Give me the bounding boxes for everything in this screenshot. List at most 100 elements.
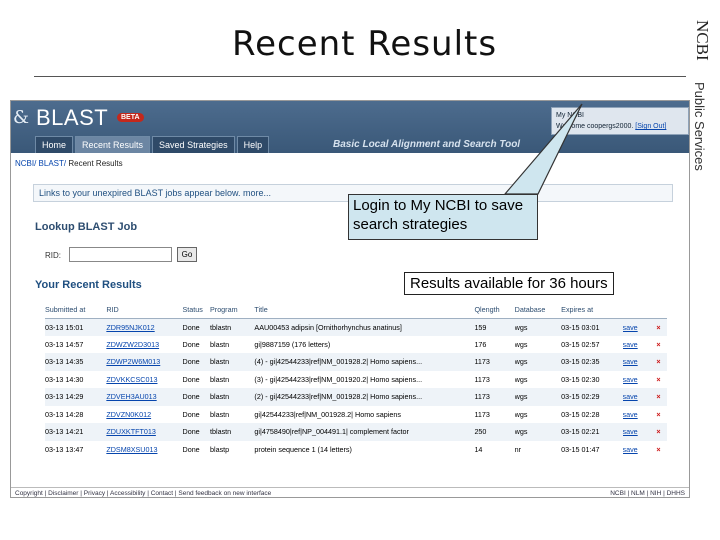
results-callout: Results available for 36 hours (404, 272, 614, 295)
cell-status: Done (182, 339, 200, 349)
cell-expires: 03-15 02:21 (561, 423, 623, 441)
cell-qlength: 176 (474, 339, 487, 349)
tab-recent-results[interactable]: Recent Results (75, 136, 151, 153)
cell-delete[interactable]: × (650, 353, 667, 371)
page-footer: Copyright | Disclaimer | Privacy | Acces… (11, 487, 689, 497)
col-rid: RID (106, 301, 183, 319)
cell-database: nr (514, 444, 522, 454)
cell-title: (3) - gi|42544233|ref|NM_001920.2| Homo … (254, 374, 423, 384)
cell-title: protein sequence 1 (14 letters) (254, 444, 352, 454)
cell-database: wgs (514, 318, 562, 336)
cell-title: gi|42544233|ref|NM_001928.2| Homo sapien… (254, 409, 401, 419)
tab-help[interactable]: Help (236, 136, 270, 153)
results-body: 03-13 15:01 ZDR95NJK012 Done tblastn AAU0045… (45, 318, 667, 458)
cell-qlength: 1173 (474, 409, 490, 419)
cell-save[interactable]: save (622, 388, 650, 406)
cell-rid: ZDUXKTFT013 (106, 423, 183, 441)
cell-delete[interactable]: × (650, 336, 667, 354)
cell-expires: 03-15 02:57 (561, 339, 600, 349)
cell-title: (4) - gi|42544233|ref|NM_001928.2| Homo … (254, 353, 475, 371)
tab-home[interactable]: Home (35, 136, 74, 153)
rid-link[interactable]: ZDWZW2D3013 (106, 340, 159, 349)
rid-link[interactable]: ZDUXKTFT013 (106, 427, 156, 436)
blast-header: & BLAST BETA Home Recent Results Saved S… (11, 101, 689, 153)
footer-agencies[interactable]: NCBI | NLM | NIH | DHHS (610, 490, 685, 497)
cell-save[interactable]: save (623, 336, 651, 354)
breadcrumb: NCBI/ BLAST/ Recent Results (15, 159, 123, 168)
cell-save[interactable]: save (622, 353, 650, 371)
welcome-text: Welcome coopergs2000. (556, 123, 634, 130)
rid-link[interactable]: ZDSM8XSU013 (106, 445, 157, 454)
cell-program: tblastn (210, 423, 255, 441)
col-save (622, 301, 650, 319)
rid-link[interactable]: ZDWP2W6M013 (106, 357, 160, 366)
cell-status: Done (182, 318, 210, 336)
cell-database: wgs (514, 409, 528, 419)
cell-delete[interactable]: × (650, 371, 667, 389)
cell-title: gi|9887159 (176 letters) (254, 339, 331, 349)
tab-saved-strategies[interactable]: Saved Strategies (152, 136, 235, 153)
rid-link[interactable]: ZDVZN0K012 (106, 410, 151, 419)
table-row: 03-13 14:28 ZDVZN0K012 Done blastn gi|425442… (45, 406, 667, 424)
cell-save[interactable]: save (622, 423, 650, 441)
cell-database: wgs (514, 339, 528, 349)
table-row: 03-13 15:01 ZDR95NJK012 Done tblastn AAU0045… (45, 318, 667, 336)
cell-submitted: 03-13 14:29 (45, 388, 107, 406)
table-row: 03-13 14:30 ZDVKKCSC013 Done blastn (3) - gi… (45, 371, 667, 389)
cell-status: Done (182, 444, 200, 454)
side-brand-ncbi: NCBI (693, 20, 712, 61)
cell-program: blastn (210, 339, 230, 349)
cell-delete[interactable]: × (650, 318, 667, 336)
cell-program: blastn (210, 409, 230, 419)
login-callout: Login to My NCBI to save search strategi… (348, 194, 538, 240)
rid-link[interactable]: ZDR95NJK012 (106, 323, 154, 332)
cell-submitted: 03-13 13:47 (45, 444, 84, 454)
rid-link[interactable]: ZDVKKCSC013 (106, 375, 157, 384)
cell-rid: ZDVEH3AU013 (106, 388, 183, 406)
cell-rid: ZDWP2W6M013 (106, 353, 183, 371)
cell-rid: ZDSM8XSU013 (106, 441, 182, 459)
breadcrumb-current: Recent Results (68, 159, 123, 168)
go-button[interactable]: Go (177, 247, 197, 262)
cell-expires: 03-15 02:28 (561, 409, 600, 419)
col-expires: Expires at (561, 301, 623, 319)
col-database: Database (514, 301, 562, 319)
sign-out-link[interactable]: [Sign Out] (635, 123, 666, 130)
cell-delete[interactable]: × (650, 423, 667, 441)
table-row: 03-13 13:47 ZDSM8XSU013 Done blastp protein … (45, 441, 667, 459)
my-ncbi-label[interactable]: My NCBI (556, 110, 684, 121)
table-row: 03-13 14:57 ZDWZW2D3013 Done blastn gi|98871… (45, 336, 667, 354)
cell-title: AAU00453 adipsin [Ornithorhynchus anatin… (254, 318, 475, 336)
col-title: Title (254, 301, 475, 319)
cell-save[interactable]: save (623, 371, 651, 389)
side-label-public-services: Public Services (692, 82, 707, 171)
cell-delete[interactable]: × (650, 388, 667, 406)
cell-program: blastp (210, 444, 230, 454)
cell-save[interactable]: save (623, 406, 651, 424)
cell-rid: ZDR95NJK012 (106, 318, 183, 336)
cell-submitted: 03-13 15:01 (45, 318, 107, 336)
my-ncbi-box: My NCBI Welcome coopergs2000. [Sign Out] (551, 107, 689, 135)
cell-title: gi|4758490|ref|NP_004491.1| complement f… (254, 423, 475, 441)
table-row: 03-13 14:29 ZDVEH3AU013 Done blastn (2) - gi… (45, 388, 667, 406)
blast-logo-icon: & (13, 107, 30, 128)
cell-database: wgs (514, 374, 528, 384)
cell-save[interactable]: save (623, 441, 651, 459)
nav-tabs: Home Recent Results Saved Strategies Hel… (35, 136, 270, 153)
cell-status: Done (182, 423, 210, 441)
rid-link[interactable]: ZDVEH3AU013 (106, 392, 156, 401)
footer-links[interactable]: Copyright | Disclaimer | Privacy | Acces… (15, 490, 271, 497)
col-program: Program (210, 301, 255, 319)
cell-delete[interactable]: × (650, 441, 667, 459)
cell-rid: ZDVKKCSC013 (106, 371, 182, 389)
table-header-row: Submitted at RID Status Program Title Ql… (45, 301, 667, 319)
cell-expires: 03-15 01:47 (561, 444, 600, 454)
cell-expires: 03-15 02:30 (561, 374, 600, 384)
rid-input[interactable] (69, 247, 172, 262)
slide-title: Recent Results (232, 24, 498, 64)
breadcrumb-links[interactable]: NCBI/ BLAST/ (15, 159, 66, 168)
cell-delete[interactable]: × (650, 406, 667, 424)
blast-logo[interactable]: BLAST (36, 105, 108, 131)
cell-program: blastn (210, 374, 230, 384)
cell-save[interactable]: save (622, 318, 650, 336)
